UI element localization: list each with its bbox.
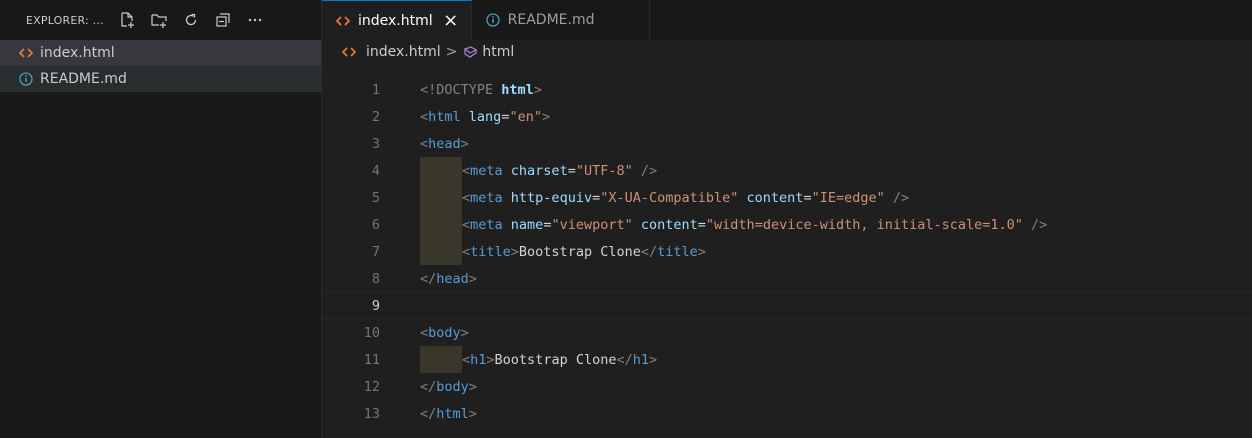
code-line: 10 <body>	[322, 319, 1252, 346]
explorer-actions	[116, 9, 266, 31]
indent-guide-highlight	[420, 238, 462, 265]
breadcrumb: index.html > html	[322, 40, 1252, 64]
tab-index-html[interactable]: index.html ×	[322, 0, 472, 40]
html-file-icon	[336, 15, 350, 27]
explorer-sidebar: EXPLORER: ... index.html README.md	[0, 0, 322, 438]
editor-area: index.html × README.md index.html > html…	[322, 0, 1252, 438]
line-content: <title>Bootstrap Clone</title>	[462, 243, 706, 260]
line-number: 9	[371, 297, 380, 314]
line-content: </head>	[420, 270, 477, 287]
line-content: <body>	[420, 324, 469, 341]
breadcrumb-separator: >	[445, 44, 458, 60]
code-editor[interactable]: 1 <!DOCTYPE html> 2 <html lang="en"> 3 <…	[322, 76, 1252, 427]
html-file-icon	[342, 46, 360, 58]
line-number: 10	[363, 324, 380, 341]
code-line: 11 <h1>Bootstrap Clone</h1>	[322, 346, 1252, 373]
code-line: 2 <html lang="en">	[322, 103, 1252, 130]
line-content: <h1>Bootstrap Clone</h1>	[462, 351, 658, 368]
line-content: </html>	[420, 405, 477, 422]
file-item-label: index.html	[40, 45, 115, 61]
code-line-current: 9	[322, 292, 1252, 319]
breadcrumb-file-label: index.html	[366, 44, 441, 60]
line-content: <meta http-equiv="X-UA-Compatible" conte…	[462, 189, 910, 206]
html-file-icon	[18, 47, 34, 59]
line-number: 6	[371, 216, 380, 233]
explorer-title: EXPLORER: ...	[26, 13, 104, 27]
indent-guide-highlight	[420, 157, 462, 184]
tab-readme-md[interactable]: README.md	[472, 0, 650, 40]
line-content: <meta charset="UTF-8" />	[462, 162, 658, 179]
code-line: 6 <meta name="viewport" content="width=d…	[322, 211, 1252, 238]
code-line: 4 <meta charset="UTF-8" />	[322, 157, 1252, 184]
indent-guide-highlight	[420, 184, 462, 211]
line-content: </body>	[420, 378, 477, 395]
tab-label: README.md	[507, 12, 595, 28]
more-icon[interactable]	[244, 9, 266, 31]
close-icon[interactable]: ×	[443, 10, 459, 31]
line-number: 4	[371, 162, 380, 179]
code-line: 5 <meta http-equiv="X-UA-Compatible" con…	[322, 184, 1252, 211]
line-number: 5	[371, 189, 380, 206]
code-line: 1 <!DOCTYPE html>	[322, 76, 1252, 103]
code-line: 8 </head>	[322, 265, 1252, 292]
refresh-icon[interactable]	[180, 9, 202, 31]
code-line: 7 <title>Bootstrap Clone</title>	[322, 238, 1252, 265]
tab-label: index.html	[358, 12, 433, 29]
new-file-icon[interactable]	[116, 9, 138, 31]
indent-guide-highlight	[420, 346, 462, 373]
file-item-index-html[interactable]: index.html	[0, 40, 321, 66]
indent-guide-highlight	[420, 211, 462, 238]
tab-bar: index.html × README.md	[322, 0, 1252, 40]
symbol-element-icon	[464, 46, 478, 58]
collapse-all-icon[interactable]	[212, 9, 234, 31]
line-content: <meta name="viewport" content="width=dev…	[462, 216, 1048, 233]
code-line: 3 <head>	[322, 130, 1252, 157]
explorer-header: EXPLORER: ...	[0, 0, 321, 40]
new-folder-icon[interactable]	[148, 9, 170, 31]
line-number: 12	[363, 378, 380, 395]
info-icon	[486, 13, 500, 27]
code-line: 12 </body>	[322, 373, 1252, 400]
line-number: 8	[371, 270, 380, 287]
file-item-readme-md[interactable]: README.md	[0, 66, 321, 92]
line-number: 2	[371, 108, 380, 125]
line-content: <head>	[420, 135, 469, 152]
line-number: 3	[371, 135, 380, 152]
info-icon	[18, 72, 34, 86]
line-content: <!DOCTYPE html>	[420, 81, 542, 98]
breadcrumb-file[interactable]: index.html	[342, 44, 441, 60]
breadcrumb-symbol-label: html	[482, 44, 515, 60]
line-number: 13	[363, 405, 380, 422]
breadcrumb-symbol[interactable]: html	[462, 44, 514, 60]
code-line: 13 </html>	[322, 400, 1252, 427]
file-item-label: README.md	[40, 71, 127, 87]
line-number: 1	[371, 81, 380, 98]
line-number: 11	[363, 351, 380, 368]
line-number: 7	[371, 243, 380, 260]
line-content: <html lang="en">	[420, 108, 551, 125]
